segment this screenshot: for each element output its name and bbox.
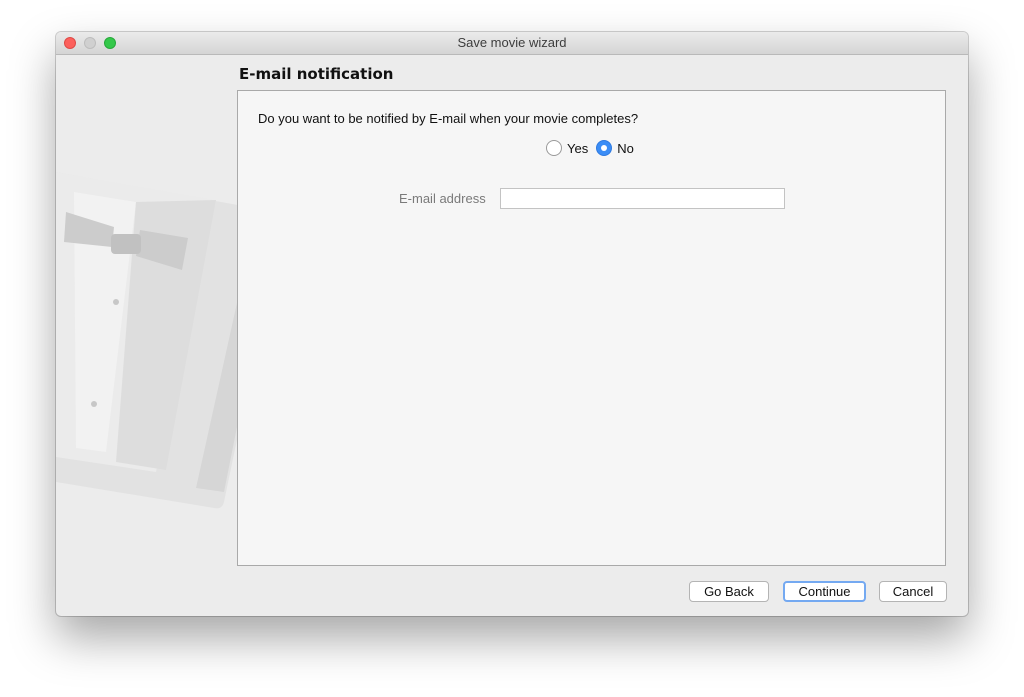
page-title: E-mail notification [239, 65, 394, 83]
notify-radio-group: Yes No [546, 140, 642, 156]
notification-question: Do you want to be notified by E-mail whe… [258, 111, 639, 126]
no-radio-label[interactable]: No [617, 141, 634, 156]
email-address-label: E-mail address [399, 191, 486, 206]
yes-radio[interactable] [546, 140, 562, 156]
wizard-window: Save movie wizard E-mail notification Do… [56, 32, 968, 616]
cancel-button[interactable]: Cancel [879, 581, 947, 602]
go-back-button[interactable]: Go Back [689, 581, 769, 602]
yes-radio-label[interactable]: Yes [567, 141, 588, 156]
title-bar[interactable]: Save movie wizard [56, 32, 968, 55]
wizard-content-panel: Do you want to be notified by E-mail whe… [237, 90, 946, 566]
no-radio[interactable] [596, 140, 613, 156]
email-address-input[interactable] [500, 188, 785, 209]
continue-button[interactable]: Continue [783, 581, 866, 602]
window-title: Save movie wizard [457, 35, 567, 50]
